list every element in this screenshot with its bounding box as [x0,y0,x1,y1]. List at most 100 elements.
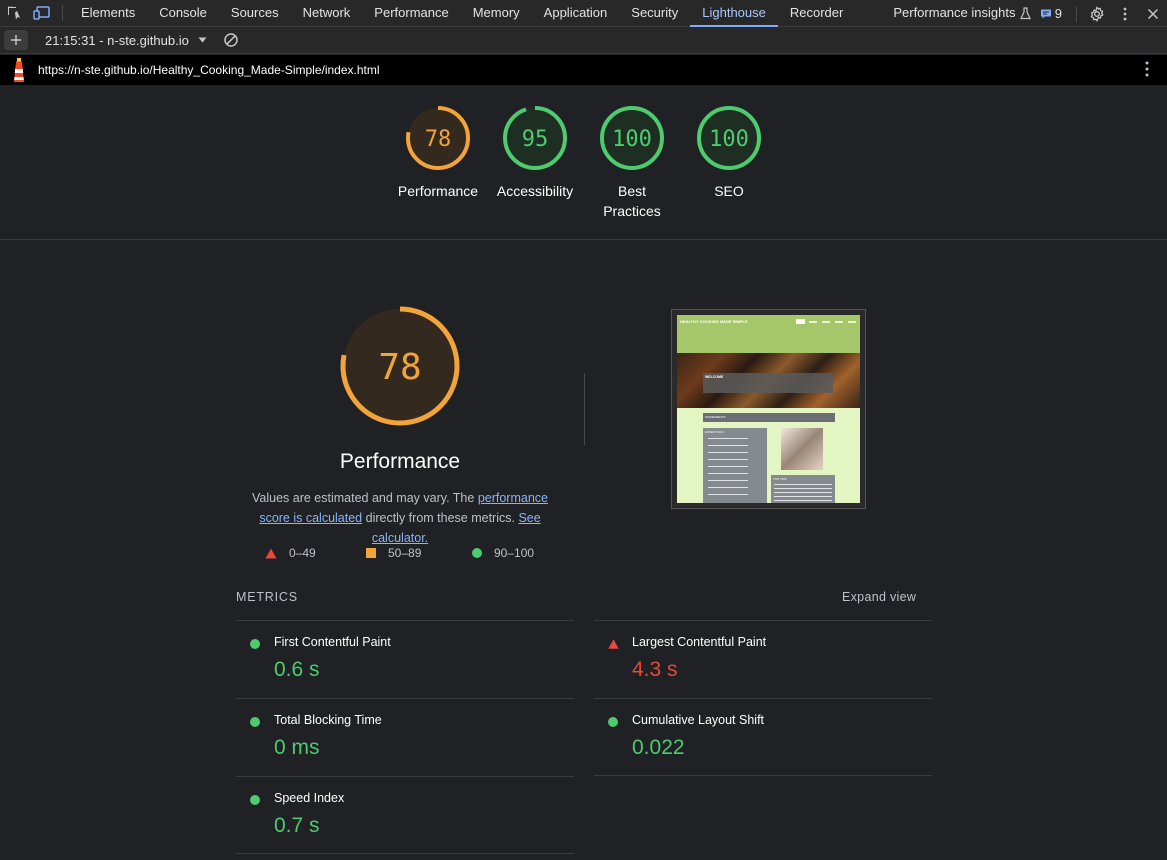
ingredients-bar: INGREDIENTS [703,413,835,422]
issues-count: 9 [1054,6,1062,21]
legend-fail: 0–49 [265,546,316,560]
metric-value: 0.022 [632,736,685,759]
metric-cls: Cumulative Layout Shift 0.022 [594,698,932,776]
metric-lcp: Largest Contentful Paint 4.3 s [594,620,932,698]
welcome-title: WELCOME [705,375,724,379]
gauge-label: Best Practices [603,183,661,219]
desc-text: directly from these metrics. [362,511,519,525]
tab-performance-insights-label: Performance insights [893,5,1016,20]
chevron-down-icon [198,37,207,43]
pass-circle-icon [608,717,618,727]
new-report-button[interactable] [4,30,28,50]
metric-value: 0 ms [274,736,320,759]
gauge-seo[interactable]: 100 SEO [684,105,774,201]
gauge-ring: 100 [600,106,664,170]
gauge-score: 100 [612,127,652,152]
metric-tbt: Total Blocking Time 0 ms [236,698,574,776]
metric-value: 0.6 s [274,658,320,681]
gauge-best-practices[interactable]: 100 Best Practices [587,105,677,221]
url-bar: https://n-ste.github.io/Healthy_Cooking_… [0,55,1167,85]
legend-label: 0–49 [289,546,316,560]
devtools-tab-bar: Elements Console Sources Network Perform… [0,0,1167,27]
desc-text: Values are estimated and may vary. The [252,491,478,505]
tab-recorder[interactable]: Recorder [778,0,855,27]
lighthouse-logo-icon [10,58,28,82]
welcome-box: WELCOME [703,373,833,393]
final-screenshot[interactable]: HEALTHY COOKING MADE SIMPLE WELCOME INGR… [671,309,866,509]
legend-average: 50–89 [366,546,421,560]
legend-label: 90–100 [494,546,535,560]
tips-box: TOP TIPS [771,475,835,503]
panel-tabs: Elements Console Sources Network Perform… [69,0,1043,27]
metric-name: Cumulative Layout Shift [632,713,765,727]
tab-network[interactable]: Network [291,0,363,27]
kitchen-image [781,428,823,470]
report-url[interactable]: https://n-ste.github.io/Healthy_Cooking_… [38,63,380,77]
essentials-list [708,438,748,500]
gauge-score: 95 [522,127,549,152]
triangle-icon [265,548,277,558]
ingredients-title: INGREDIENTS [705,415,726,419]
metric-divider [594,775,932,776]
tab-console[interactable]: Console [147,0,219,27]
toolbar-separator [62,5,63,21]
device-toolbar-icon[interactable] [28,0,56,27]
tab-elements[interactable]: Elements [69,0,147,27]
gauge-accessibility[interactable]: 95 Accessibility [490,105,580,201]
more-options-icon[interactable] [1111,0,1139,27]
performance-score-large: 78 [378,347,421,388]
legend-label: 50–89 [388,546,422,560]
fail-triangle-icon [608,639,619,649]
flask-icon [1020,6,1032,19]
metric-value: 4.3 s [632,658,678,681]
metric-name: Speed Index [274,791,345,805]
issues-counter[interactable]: 9 [1032,6,1070,21]
tab-security[interactable]: Security [619,0,690,27]
metric-divider [236,853,574,854]
hero-image: WELCOME [677,353,860,408]
tab-application[interactable]: Application [532,0,620,27]
performance-gauge-large: 78 [339,305,461,432]
gear-icon[interactable] [1083,0,1111,27]
inspect-element-icon[interactable] [0,0,28,27]
section-divider [584,373,585,445]
clear-reports-icon[interactable] [217,27,245,54]
plus-icon [11,35,21,45]
metric-fcp: First Contentful Paint 0.6 s [236,620,574,698]
gauge-performance[interactable]: 78 Performance [393,105,483,201]
expand-view-toggle[interactable]: Expand view [842,590,916,604]
gauge-label: Performance [397,183,479,199]
gauge-label: Accessibility [496,183,574,199]
tab-performance-insights[interactable]: Performance insights [881,0,1043,27]
site-header: HEALTHY COOKING MADE SIMPLE [677,315,860,353]
tab-performance[interactable]: Performance [362,0,460,27]
gauge-label: SEO [714,183,744,199]
essentials-title: ESSENTIALS [705,430,724,434]
metric-name: Largest Contentful Paint [632,635,767,649]
metric-value: 0.7 s [274,814,320,837]
performance-title: Performance [339,450,461,473]
tips-text [774,484,832,503]
gauge-ring: 78 [406,106,470,170]
tips-title: TOP TIPS [773,477,787,481]
performance-description: Values are estimated and may vary. The p… [236,488,564,548]
pass-circle-icon [250,795,260,805]
gauge-ring-large: 78 [340,306,460,426]
gauge-score: 78 [425,127,452,152]
nav-item [796,319,805,324]
nav-links [809,321,857,323]
tab-memory[interactable]: Memory [461,0,532,27]
circle-icon [472,548,482,558]
category-scores: 78 Performance 95 Accessibility 100 Best… [0,85,1167,240]
toolbar-separator [1076,5,1077,22]
pass-circle-icon [250,639,260,649]
lighthouse-toolbar: 21:15:31 - n-ste.github.io [0,27,1167,54]
report-selector[interactable]: 21:15:31 - n-ste.github.io [45,33,207,48]
pass-circle-icon [250,717,260,727]
metrics-heading: METRICS [236,590,298,604]
close-icon[interactable] [1139,0,1167,27]
tab-sources[interactable]: Sources [219,0,291,27]
report-selector-label: 21:15:31 - n-ste.github.io [45,32,189,48]
tab-lighthouse[interactable]: Lighthouse [690,0,778,27]
report-menu-icon[interactable] [1145,61,1149,82]
